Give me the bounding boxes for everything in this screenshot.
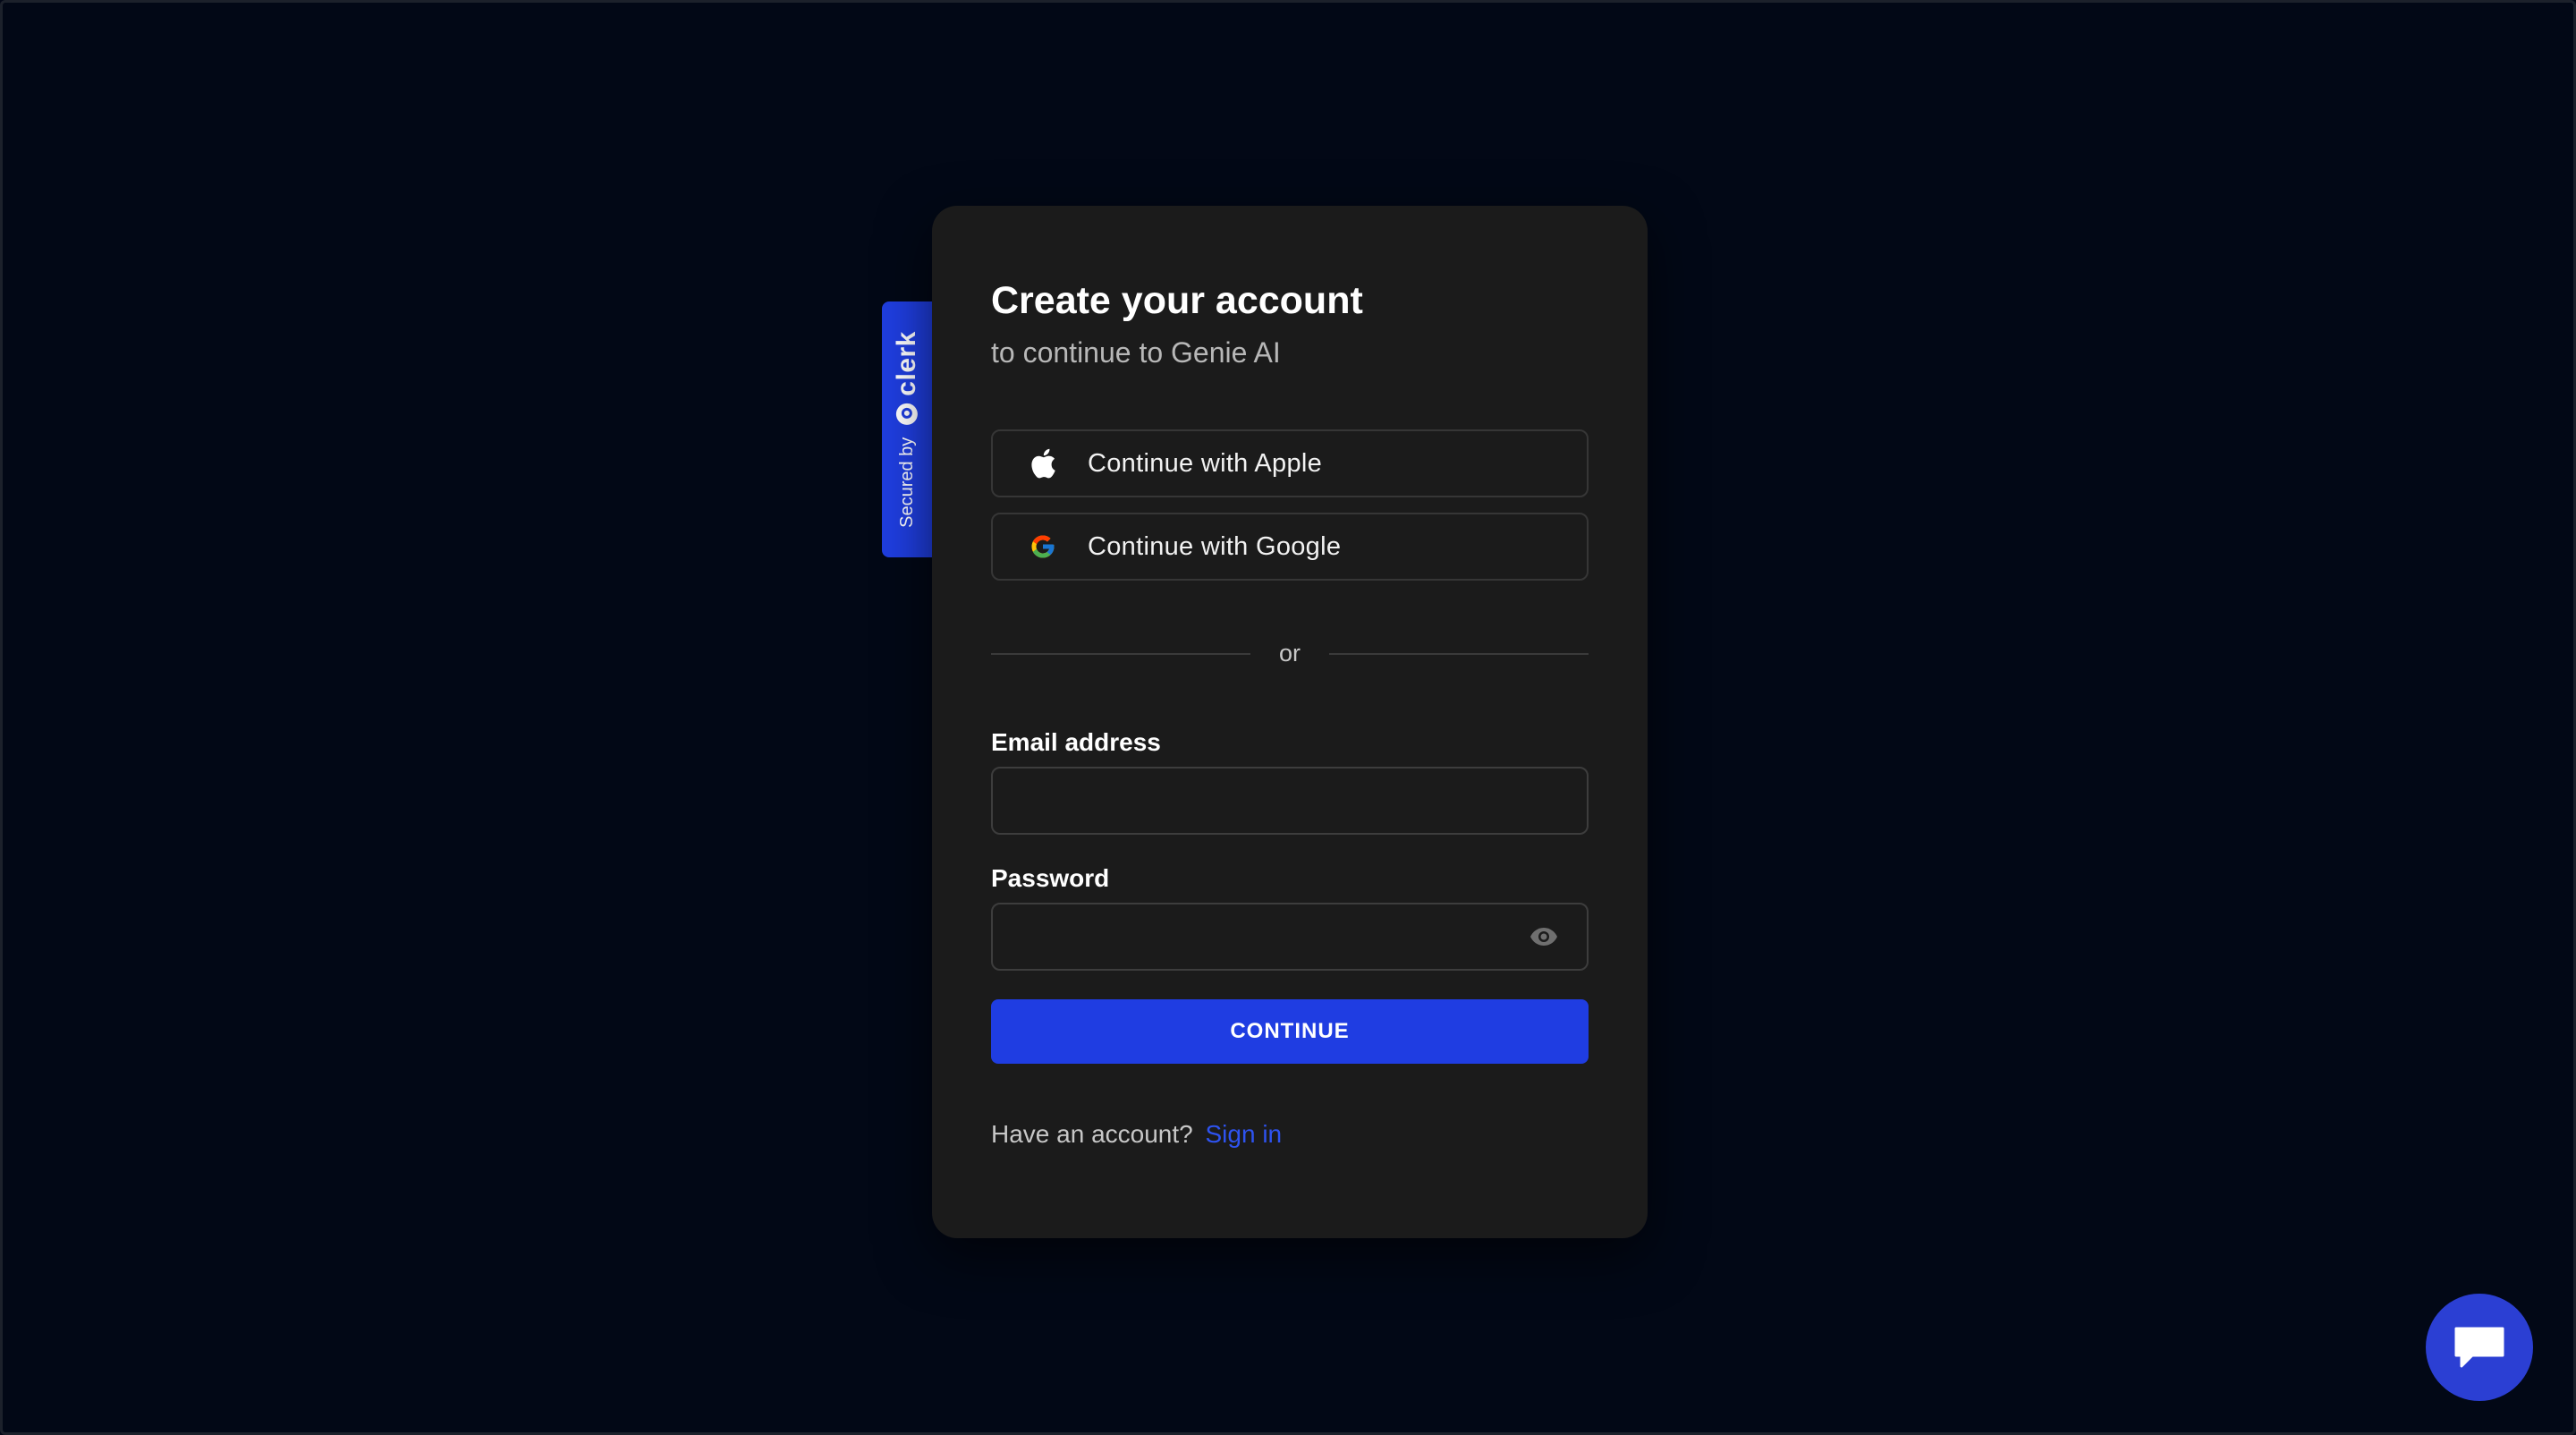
continue-button[interactable]: CONTINUE — [991, 999, 1589, 1064]
divider-line-right — [1329, 652, 1589, 655]
have-account-text: Have an account? — [991, 1120, 1193, 1148]
email-field[interactable] — [991, 767, 1589, 835]
divider-label: or — [1279, 640, 1301, 667]
chat-bubble-icon — [2454, 1327, 2504, 1368]
eye-icon[interactable] — [1528, 921, 1560, 952]
page-subtitle: to continue to Genie AI — [991, 336, 1281, 369]
secured-by-label: Secured by — [896, 437, 917, 528]
password-label: Password — [991, 864, 1110, 892]
clerk-logo: clerk — [892, 331, 922, 427]
page-background: Secured by clerk Create your account to … — [0, 0, 2576, 1435]
google-icon — [1027, 531, 1059, 563]
page-title: Create your account — [991, 279, 1363, 322]
clerk-logo-icon — [896, 403, 918, 425]
or-divider: or — [991, 640, 1589, 667]
sign-up-card: Create your account to continue to Genie… — [932, 206, 1648, 1238]
divider-line-left — [991, 652, 1250, 655]
email-label: Email address — [991, 728, 1161, 756]
clerk-brand-label: clerk — [892, 331, 921, 396]
secured-by-clerk-badge[interactable]: Secured by clerk — [882, 301, 932, 557]
chat-launcher-button[interactable] — [2426, 1294, 2533, 1401]
apple-icon — [1027, 447, 1059, 480]
continue-with-google-button[interactable]: Continue with Google — [991, 513, 1589, 581]
google-button-label: Continue with Google — [1088, 531, 1342, 561]
sign-in-prompt: Have an account? Sign in — [991, 1120, 1282, 1149]
sign-in-link[interactable]: Sign in — [1206, 1120, 1283, 1148]
password-field[interactable] — [991, 903, 1589, 971]
continue-with-apple-button[interactable]: Continue with Apple — [991, 429, 1589, 497]
apple-button-label: Continue with Apple — [1088, 448, 1323, 478]
